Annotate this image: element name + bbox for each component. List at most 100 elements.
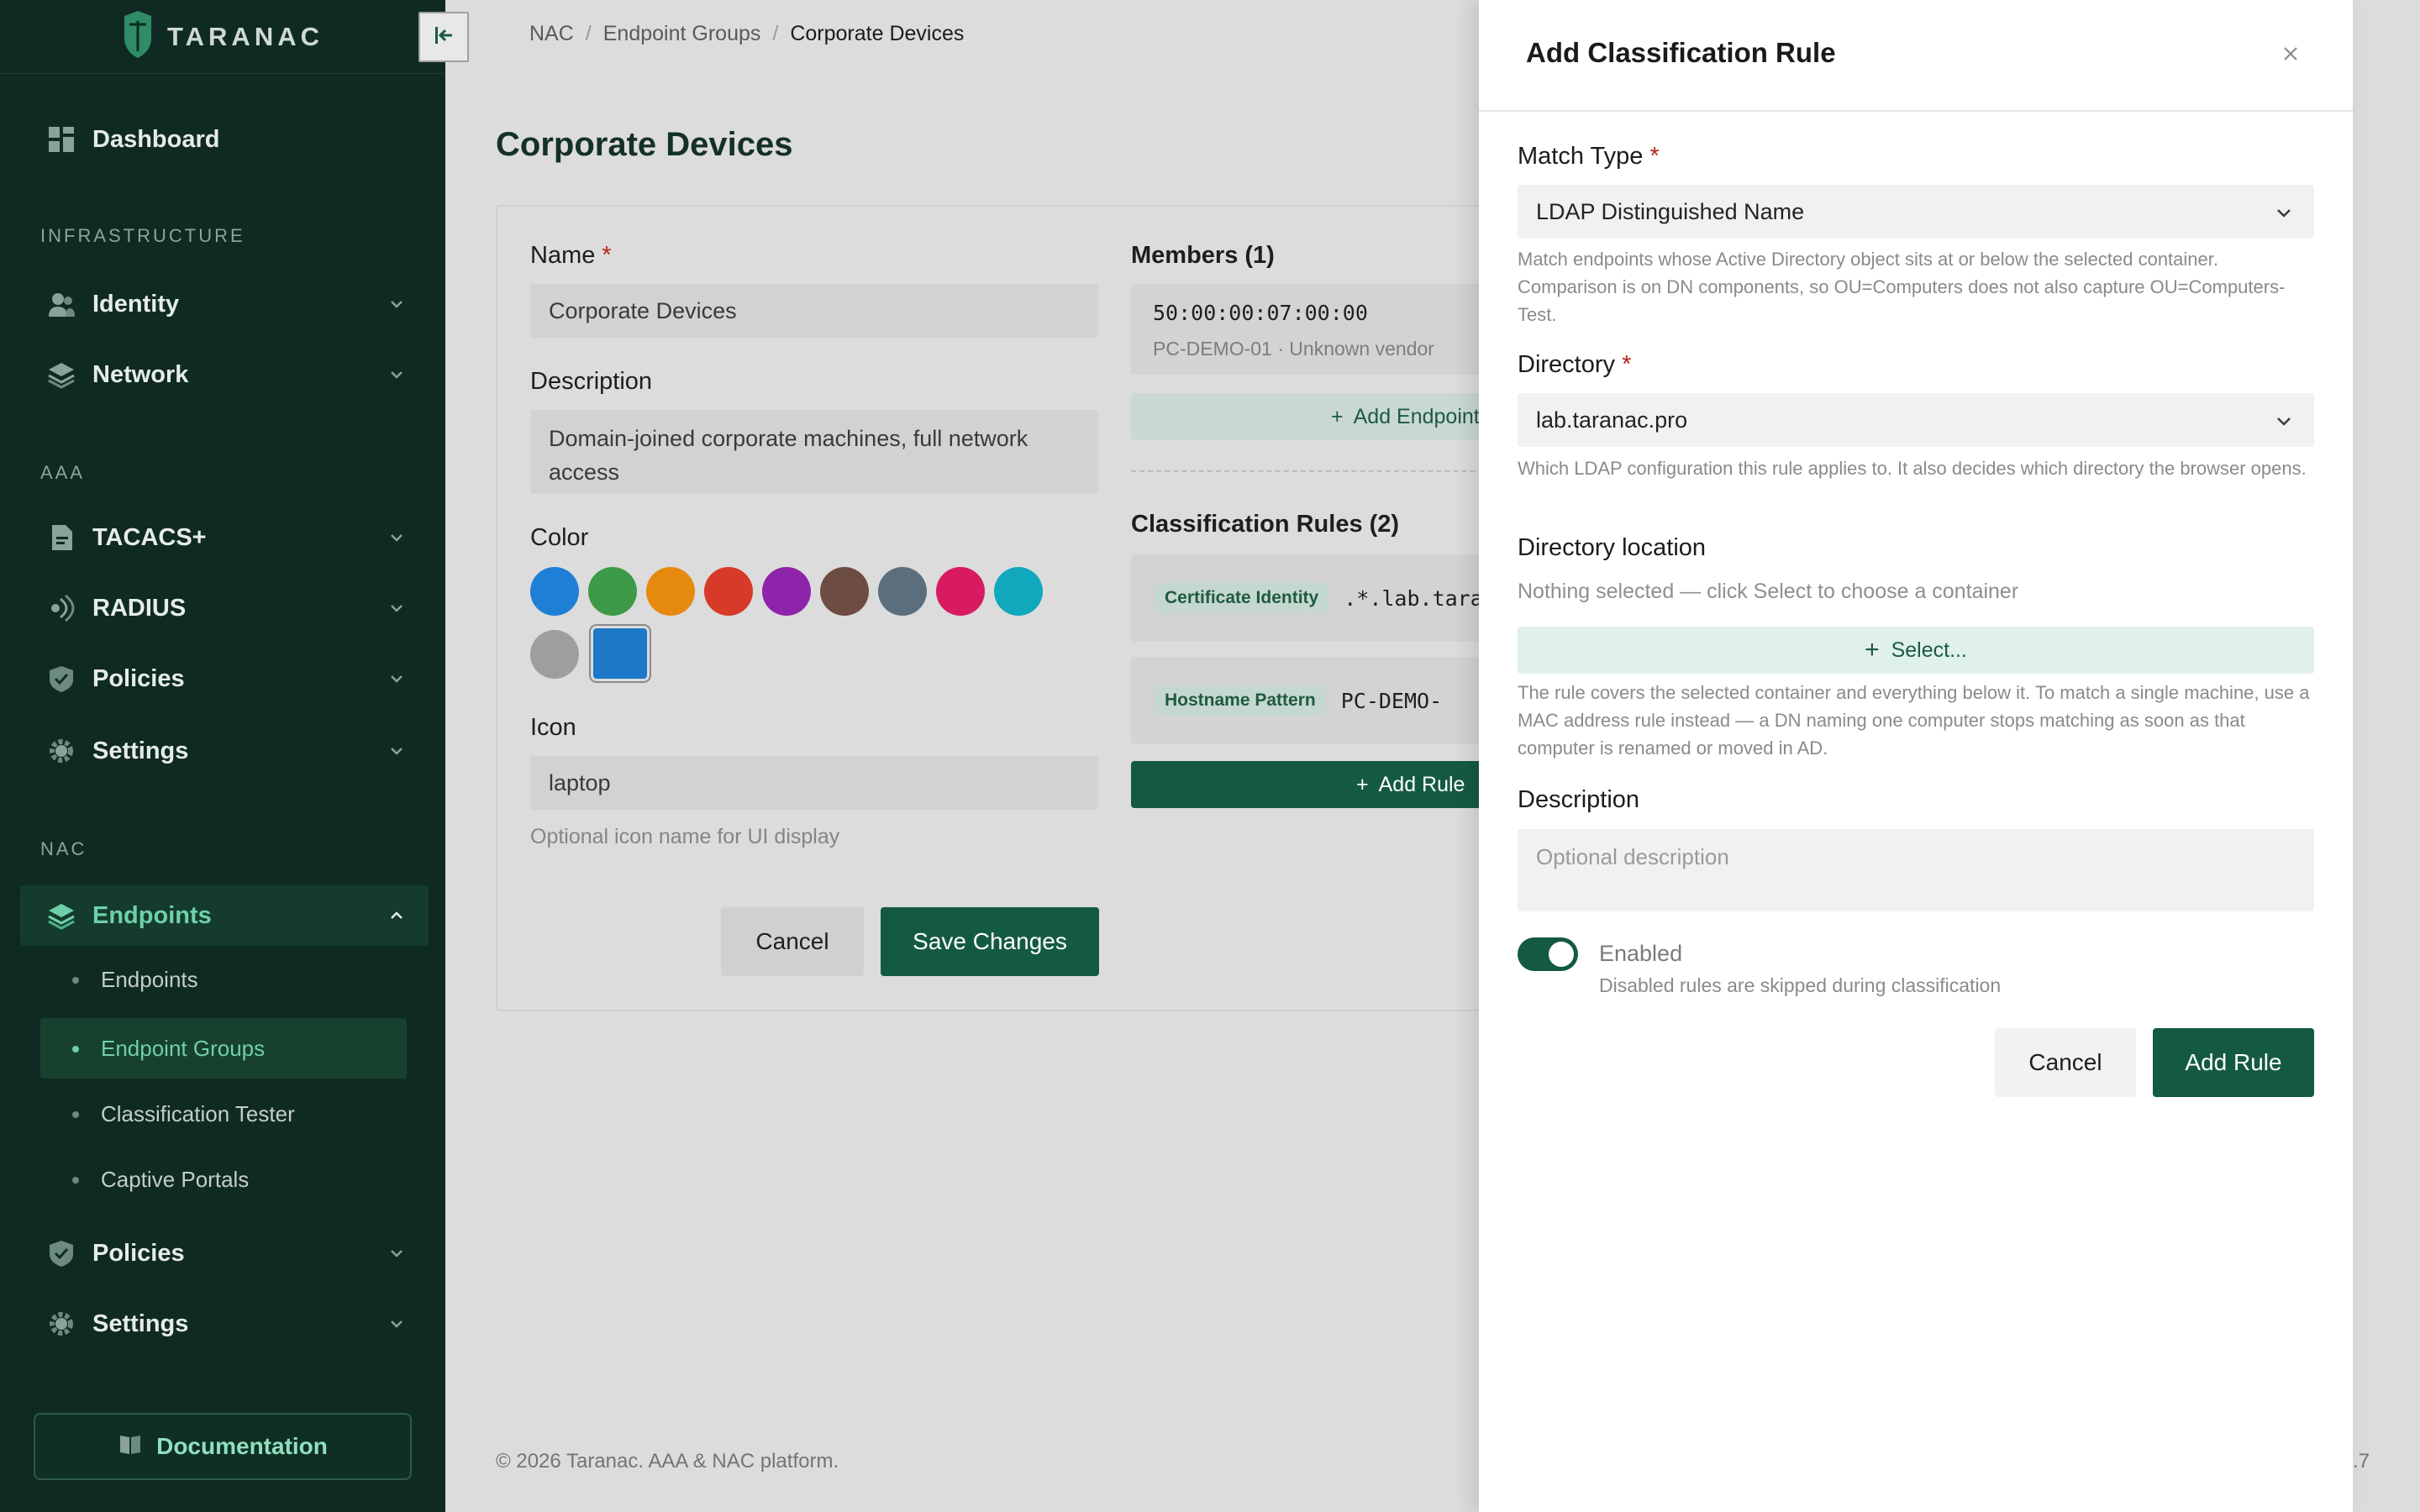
color-swatch[interactable] [704, 567, 753, 616]
color-swatch[interactable] [820, 567, 869, 616]
chevron-down-icon [2274, 203, 2294, 229]
chevron-down-icon [387, 1314, 407, 1338]
sidebar-item-network[interactable]: Network [20, 344, 429, 405]
sidebar-item-nac-settings[interactable]: Settings [20, 1294, 429, 1354]
chevron-down-icon [387, 528, 407, 552]
sidebar-subitem-classification-tester[interactable]: Classification Tester [40, 1084, 407, 1144]
close-icon [2281, 45, 2300, 67]
color-swatch[interactable] [994, 567, 1043, 616]
color-label: Color [530, 524, 589, 551]
color-swatch[interactable] [762, 567, 811, 616]
sidebar-item-label: Dashboard [92, 125, 220, 153]
dialog-cancel-button[interactable]: Cancel [1995, 1028, 2136, 1097]
add-endpoint-button[interactable]: + Add Endpoint [1131, 393, 1501, 440]
breadcrumb: NAC / Endpoint Groups / Corporate Device… [529, 22, 964, 46]
color-swatch[interactable] [593, 628, 647, 679]
brand[interactable]: TARANAC [0, 0, 445, 74]
directory-location-empty: Nothing selected — click Select to choos… [1518, 580, 2019, 603]
layers-icon [47, 360, 76, 389]
sidebar-item-identity[interactable]: Identity [20, 274, 429, 334]
member-item[interactable]: 50:00:00:07:00:00 PC-DEMO-01 · Unknown v… [1131, 284, 1501, 375]
bullet-icon [72, 1111, 79, 1118]
chevron-down-icon [387, 669, 407, 693]
sidebar-item-nac-policies[interactable]: Policies [20, 1223, 429, 1284]
color-swatch[interactable] [878, 567, 927, 616]
sidebar-item-radius[interactable]: RADIUS [20, 578, 429, 638]
sidebar-subitem-endpoints[interactable]: Endpoints [40, 949, 407, 1010]
sidebar-item-endpoints[interactable]: Endpoints [20, 885, 429, 946]
sidebar-item-label: RADIUS [92, 594, 187, 622]
shield-check-icon [47, 664, 76, 693]
signal-icon [47, 594, 76, 622]
sidebar-item-label: Network [92, 360, 189, 388]
shield-logo-icon [122, 9, 154, 64]
sidebar: TARANAC Dashboard INFRASTRUCTURE Identit… [0, 0, 445, 1512]
breadcrumb-current: Corporate Devices [790, 22, 965, 45]
directory-select[interactable]: lab.taranac.pro [1518, 393, 2314, 447]
required-mark: * [1622, 351, 1632, 378]
bullet-icon [72, 1046, 79, 1053]
select-container-button[interactable]: + Select... [1518, 627, 2314, 674]
sidebar-item-label: Policies [92, 664, 185, 692]
enabled-toggle[interactable] [1518, 937, 1578, 971]
name-label: Name * [530, 242, 612, 270]
icon-input[interactable]: laptop [530, 756, 1098, 810]
panel-title: Add Classification Rule [1526, 37, 1836, 68]
rule-item[interactable]: Hostname Pattern PC-DEMO- [1131, 657, 1501, 744]
add-endpoint-label: Add Endpoint [1353, 404, 1480, 428]
plus-icon: + [1331, 404, 1344, 428]
chevron-up-icon [387, 906, 407, 930]
color-swatch[interactable] [588, 567, 637, 616]
description-label: Description [1518, 786, 1640, 813]
match-type-label-text: Match Type [1518, 143, 1644, 170]
rule-item[interactable]: Certificate Identity .*.lab.taranac.pro [1131, 554, 1501, 642]
color-swatch[interactable] [530, 567, 579, 616]
chevron-down-icon [387, 1243, 407, 1268]
breadcrumb-root[interactable]: NAC [529, 22, 574, 46]
sidebar-item-label: Identity [92, 290, 180, 318]
page-title: Corporate Devices [496, 126, 793, 163]
required-mark: * [602, 242, 612, 269]
sidebar-item-settings[interactable]: Settings [20, 721, 429, 781]
description-textarea[interactable]: Domain-joined corporate machines, full n… [530, 410, 1098, 494]
match-type-select[interactable]: LDAP Distinguished Name [1518, 185, 2314, 239]
directory-label: Directory * [1518, 351, 1631, 379]
color-swatch[interactable] [530, 630, 579, 679]
sidebar-item-tacacs[interactable]: TACACS+ [20, 507, 429, 568]
chevron-down-icon [387, 598, 407, 622]
sidebar-subitem-captive-portals[interactable]: Captive Portals [40, 1149, 407, 1210]
cancel-button[interactable]: Cancel [721, 907, 864, 976]
name-input[interactable]: Corporate Devices [530, 284, 1098, 338]
directory-value: lab.taranac.pro [1536, 407, 1688, 433]
sidebar-item-policies[interactable]: Policies [20, 648, 429, 709]
sidebar-subitem-label: Endpoints [101, 966, 198, 992]
description-textarea[interactable]: Optional description [1518, 829, 2314, 911]
sidebar-item-dashboard[interactable]: Dashboard [20, 109, 429, 170]
icon-hint: Optional icon name for UI display [530, 825, 840, 848]
footer-copyright: © 2026 Taranac. AAA & NAC platform. [496, 1450, 839, 1473]
layers-icon [47, 901, 76, 930]
color-swatch[interactable] [936, 567, 985, 616]
breadcrumb-separator: / [772, 22, 779, 45]
close-button[interactable] [2275, 40, 2306, 71]
document-icon [47, 523, 76, 552]
section-label-aaa: AAA [40, 462, 86, 483]
rule-value: .*.lab.taranac.pro [1344, 585, 1501, 611]
add-rule-button[interactable]: + Add Rule [1131, 761, 1501, 808]
dialog-add-rule-button[interactable]: Add Rule [2153, 1028, 2314, 1097]
collapse-sidebar-button[interactable] [418, 12, 469, 62]
sidebar-item-label: Settings [92, 1310, 189, 1337]
match-type-value: LDAP Distinguished Name [1536, 198, 1805, 224]
color-swatch[interactable] [646, 567, 695, 616]
member-mac: 50:00:00:07:00:00 [1153, 301, 1368, 325]
breadcrumb-parent[interactable]: Endpoint Groups [603, 22, 761, 46]
match-type-help: Match endpoints whose Active Directory o… [1518, 249, 2286, 325]
sidebar-subitem-endpoint-groups[interactable]: Endpoint Groups [40, 1018, 407, 1079]
toggle-knob [1549, 942, 1574, 967]
sidebar-item-label: Settings [92, 737, 189, 764]
add-rule-label: Add Rule [1378, 772, 1465, 796]
documentation-button[interactable]: Documentation [34, 1413, 412, 1480]
add-classification-rule-panel: Add Classification Rule Match Type * LDA… [1479, 0, 2353, 1512]
plus-icon: + [1356, 772, 1369, 796]
save-changes-button[interactable]: Save Changes [881, 907, 1099, 976]
